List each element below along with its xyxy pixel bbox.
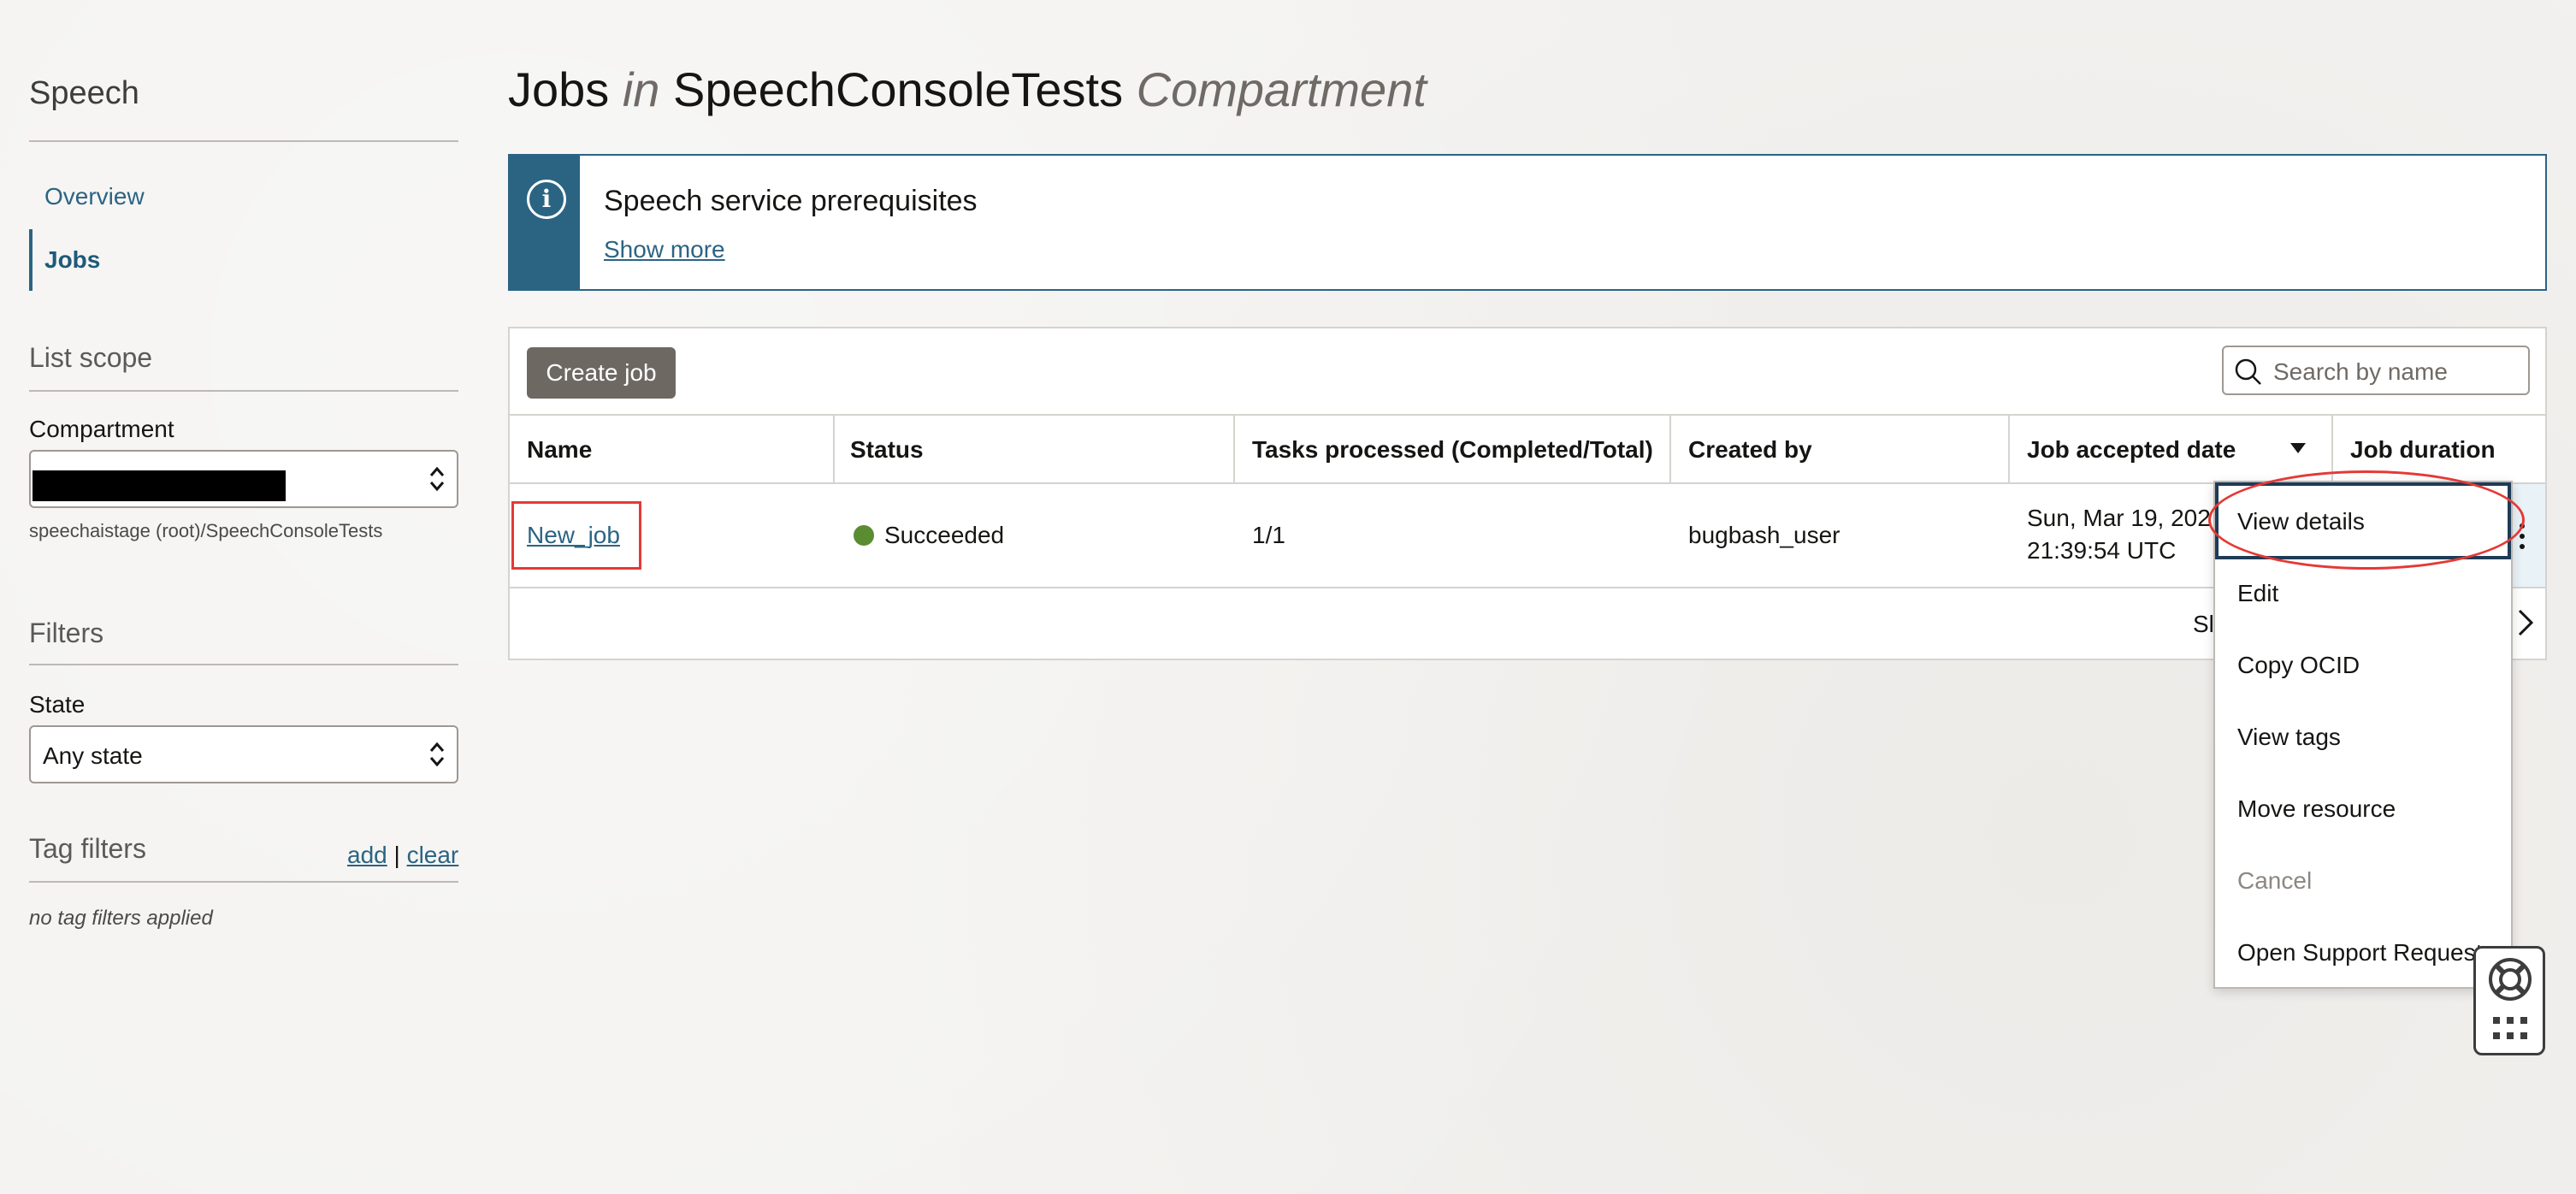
menu-item-copy-ocid[interactable]: Copy OCID xyxy=(2237,652,2360,679)
sort-desc-icon[interactable] xyxy=(2290,443,2306,453)
chevron-updown-icon xyxy=(429,742,445,767)
service-title: Speech xyxy=(29,75,139,111)
menu-item-cancel: Cancel xyxy=(2237,867,2313,894)
column-divider xyxy=(1669,416,1671,484)
divider xyxy=(29,881,458,883)
search-icon xyxy=(2235,358,2261,385)
compartment-path: speechaistage (root)/SpeechConsoleTests xyxy=(29,520,383,541)
job-accepted-date-line2: 21:39:54 UTC xyxy=(2027,537,2177,564)
banner-title: Speech service prerequisites xyxy=(604,185,978,217)
state-label: State xyxy=(29,691,86,718)
col-status[interactable]: Status xyxy=(850,436,924,464)
search-placeholder: Search by name xyxy=(2273,358,2448,385)
tag-filter-actions: add | clear xyxy=(347,842,458,869)
column-divider xyxy=(1233,416,1235,484)
list-scope-heading: List scope xyxy=(29,342,153,373)
state-select[interactable]: Any state xyxy=(29,725,458,783)
banner-accent: i xyxy=(510,156,580,289)
create-job-button[interactable]: Create job xyxy=(527,347,676,399)
show-more-link[interactable]: Show more xyxy=(604,236,725,263)
page-title: Jobs in SpeechConsoleTests Compartment xyxy=(508,62,1427,117)
help-widget[interactable] xyxy=(2473,946,2545,1055)
separator: | xyxy=(393,842,400,868)
column-divider xyxy=(833,416,835,484)
info-banner: i Speech service prerequisites Show more xyxy=(508,154,2547,291)
table-header: Name Status Tasks processed (Completed/T… xyxy=(510,414,2545,484)
col-created-by[interactable]: Created by xyxy=(1688,436,1812,464)
job-status: Succeeded xyxy=(884,522,1005,548)
tag-filter-note: no tag filters applied xyxy=(29,907,213,930)
column-divider xyxy=(2008,416,2010,484)
filters-heading: Filters xyxy=(29,618,104,648)
state-value: Any state xyxy=(43,742,143,769)
job-created-by: bugbash_user xyxy=(1688,522,1840,548)
menu-item-view-tags[interactable]: View tags xyxy=(2237,724,2341,751)
title-main: Jobs xyxy=(508,62,610,116)
compartment-select[interactable] xyxy=(29,450,458,508)
clear-tag-filter-link[interactable]: clear xyxy=(407,842,459,868)
menu-item-edit[interactable]: Edit xyxy=(2237,580,2278,607)
lifebuoy-icon[interactable] xyxy=(2488,957,2532,1002)
divider xyxy=(29,664,458,665)
add-tag-filter-link[interactable]: add xyxy=(347,842,387,868)
tag-filters-heading: Tag filters xyxy=(29,833,146,864)
job-accepted-date-line1: Sun, Mar 19, 202 xyxy=(2027,505,2211,531)
divider xyxy=(29,390,458,392)
col-tasks[interactable]: Tasks processed (Completed/Total) xyxy=(1252,436,1653,464)
info-icon: i xyxy=(527,180,566,219)
status-success-icon xyxy=(854,525,874,546)
pager-summary: Sl xyxy=(2193,611,2214,637)
search-input[interactable]: Search by name xyxy=(2222,346,2530,395)
chevron-updown-icon xyxy=(429,466,445,492)
job-tasks: 1/1 xyxy=(1252,522,1285,548)
grid-icon[interactable] xyxy=(2493,1017,2527,1041)
chevron-right-icon[interactable] xyxy=(2513,607,2537,638)
job-name-link[interactable]: New_job xyxy=(527,522,620,549)
row-actions-menu: View details Edit Copy OCID View tags Mo… xyxy=(2208,470,2525,989)
sidebar-item-jobs[interactable]: Jobs xyxy=(29,229,100,291)
compartment-label: Compartment xyxy=(29,416,174,442)
col-duration[interactable]: Job duration xyxy=(2350,436,2496,464)
annotation-oval xyxy=(2208,470,2525,570)
redacted-value xyxy=(32,470,286,501)
divider xyxy=(29,140,458,142)
title-in: in xyxy=(622,62,660,116)
menu-item-open-support-request[interactable]: Open Support Request xyxy=(2237,939,2482,966)
title-compartment: SpeechConsoleTests xyxy=(673,62,1124,116)
menu-item-move-resource[interactable]: Move resource xyxy=(2237,795,2396,823)
title-suffix: Compartment xyxy=(1136,62,1427,116)
sidebar-item-overview[interactable]: Overview xyxy=(29,183,145,210)
col-name[interactable]: Name xyxy=(527,436,592,464)
col-accepted-date[interactable]: Job accepted date xyxy=(2027,436,2236,464)
